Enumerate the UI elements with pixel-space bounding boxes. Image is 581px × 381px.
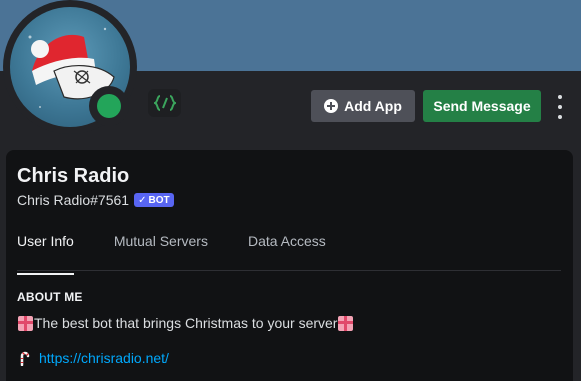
code-brackets-icon[interactable] xyxy=(148,89,181,117)
add-app-button[interactable]: Add App xyxy=(311,90,415,122)
send-message-label: Send Message xyxy=(433,98,531,114)
bot-badge: ✓ BOT xyxy=(134,193,174,207)
tab-user-info[interactable]: User Info xyxy=(17,233,74,275)
candy-cane-icon xyxy=(20,351,30,366)
bot-badge-label: BOT xyxy=(148,194,170,206)
send-message-button[interactable]: Send Message xyxy=(423,90,541,122)
checkmark-icon: ✓ xyxy=(138,194,147,206)
tab-mutual-servers[interactable]: Mutual Servers xyxy=(114,233,208,275)
website-link[interactable]: https://chrisradio.net/ xyxy=(39,350,169,366)
username: Chris Radio#7561 xyxy=(17,192,130,208)
username-row: Chris Radio#7561 ✓ BOT xyxy=(17,192,174,208)
tabs-divider xyxy=(17,270,561,271)
plus-circle-icon xyxy=(324,99,339,113)
about-me-text-row: The best bot that brings Christmas to yo… xyxy=(17,315,354,331)
tab-data-access[interactable]: Data Access xyxy=(248,233,326,275)
more-options-icon[interactable] xyxy=(554,95,566,119)
gift-icon xyxy=(338,315,354,331)
gift-icon xyxy=(18,315,33,331)
online-status-icon xyxy=(97,94,121,118)
about-me-text: The best bot that brings Christmas to yo… xyxy=(34,315,338,331)
about-me-heading: ABOUT ME xyxy=(17,290,83,304)
display-name: Chris Radio xyxy=(17,165,130,187)
add-app-label: Add App xyxy=(344,98,402,114)
about-me-link-row: https://chrisradio.net/ xyxy=(17,350,169,366)
profile-tabs: User Info Mutual Servers Data Access xyxy=(17,233,366,275)
